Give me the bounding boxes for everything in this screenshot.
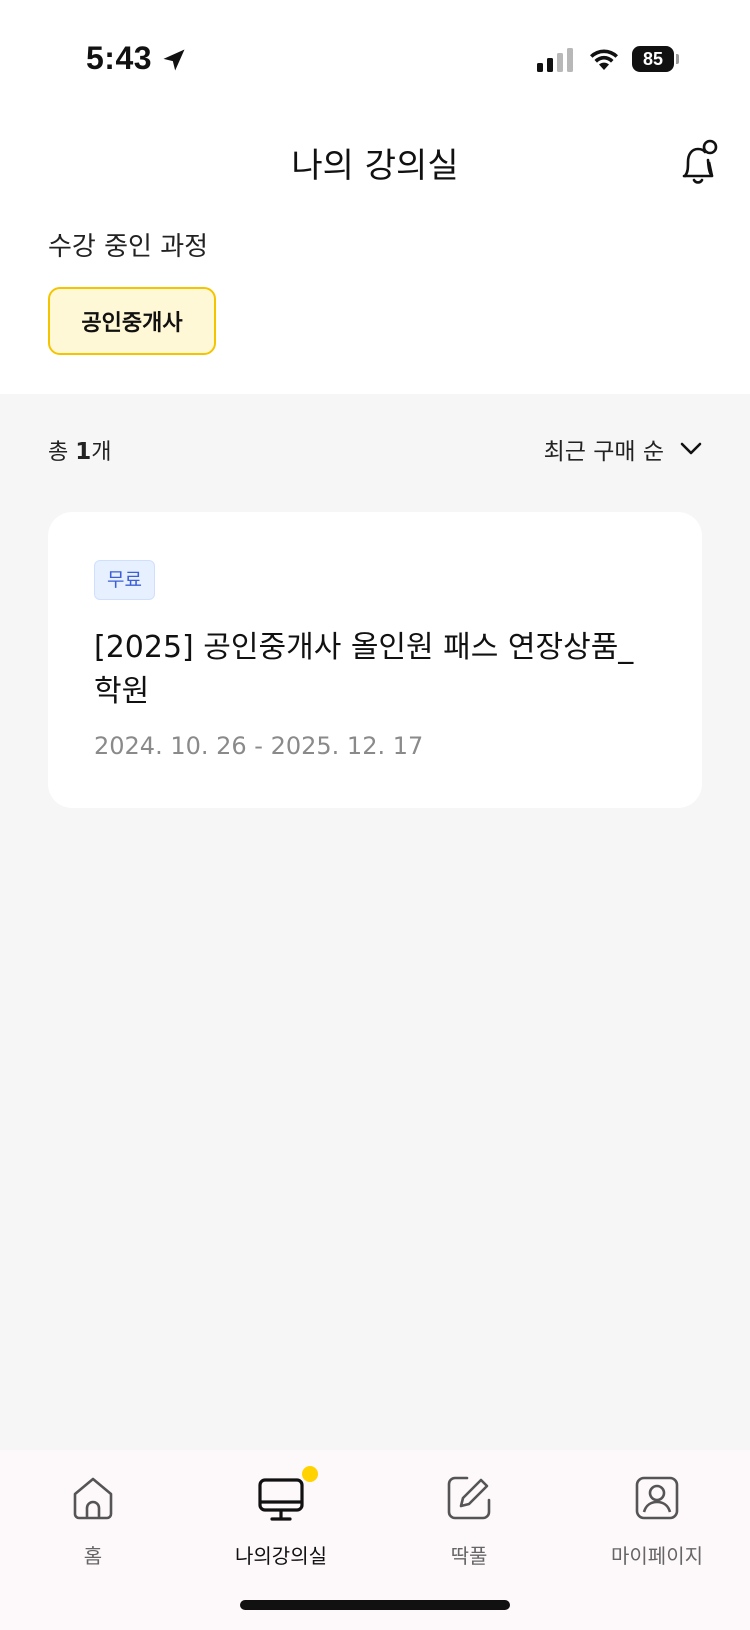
notification-bell-icon[interactable]	[674, 138, 722, 190]
tab-my-classroom-label: 나의강의실	[235, 1544, 327, 1568]
tab-ttakpul-label: 딱풀	[450, 1544, 488, 1568]
monitor-icon	[258, 1478, 304, 1521]
wifi-icon	[590, 49, 618, 70]
course-list-area: 총 1개 최근 구매 순 무료 [2025] 공인중개사 올인원 패스 연장상품…	[0, 394, 750, 1450]
tab-ttakpul[interactable]: 딱풀	[389, 1474, 549, 1569]
location-arrow-icon	[163, 49, 185, 71]
home-icon	[73, 1477, 113, 1520]
tab-home-label: 홈	[83, 1544, 103, 1568]
count-suffix: 개	[91, 440, 112, 465]
profile-icon	[635, 1476, 679, 1520]
home-indicator	[240, 1600, 510, 1610]
cellular-signal-icon	[537, 48, 573, 72]
tab-my-page-label: 마이페이지	[611, 1544, 703, 1568]
new-notification-dot	[302, 1466, 318, 1482]
battery-tip	[676, 54, 679, 64]
tab-my-page[interactable]: 마이페이지	[577, 1474, 737, 1569]
sort-label: 최근 구매 순	[543, 439, 664, 465]
enrolled-courses-label: 수강 중인 과정	[48, 232, 209, 262]
course-category-chip[interactable]: 공인중개사	[48, 287, 216, 355]
course-title: [2025] 공인중개사 올인원 패스 연장상품_학원	[94, 630, 634, 709]
sort-dropdown[interactable]: 최근 구매 순	[544, 432, 702, 466]
status-bar: 5:43 85	[0, 0, 750, 120]
edit-icon	[447, 1476, 491, 1520]
tab-my-classroom[interactable]: 나의강의실	[201, 1474, 361, 1569]
page-title: 나의 강의실	[291, 146, 459, 186]
course-date-range: 2024. 10. 26 - 2025. 12. 17	[94, 732, 424, 760]
free-badge: 무료	[94, 560, 155, 600]
course-count: 총 1개	[48, 434, 112, 466]
chevron-down-icon	[680, 442, 702, 455]
battery-level: 85	[632, 46, 674, 72]
count-prefix: 총	[48, 440, 76, 465]
count-value: 1	[75, 439, 92, 465]
course-card[interactable]: 무료 [2025] 공인중개사 올인원 패스 연장상품_학원 2024. 10.…	[48, 512, 702, 808]
battery-indicator: 85	[632, 46, 680, 72]
tab-home[interactable]: 홈	[13, 1474, 173, 1569]
status-time: 5:43	[86, 40, 153, 76]
